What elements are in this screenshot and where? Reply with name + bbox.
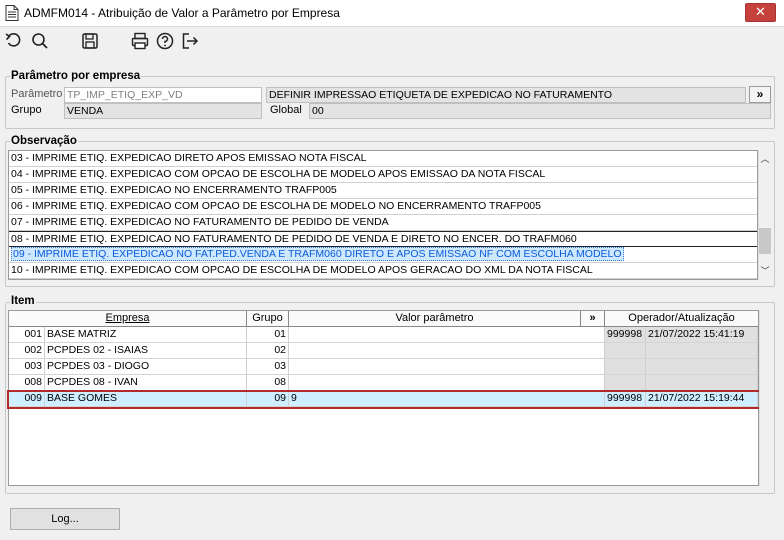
- empresa-cell: BASE MATRIZ: [45, 327, 247, 342]
- observacao-line: 07 - IMPRIME ETIQ. EXPEDICAO NO FATURAME…: [9, 215, 757, 231]
- empresa-cell: PCPDES 03 - DIOGO: [45, 359, 247, 374]
- observacao-line-text: 09 - IMPRIME ETIQ. EXPEDICAO NO FAT.PED.…: [11, 247, 624, 261]
- observacao-list[interactable]: 03 - IMPRIME ETIQ. EXPEDICAO DIRETO APOS…: [8, 150, 758, 280]
- scroll-up-icon[interactable]: ︿: [758, 152, 772, 165]
- search-icon[interactable]: [30, 31, 50, 51]
- parametro-group-title: Parâmetro por empresa: [10, 70, 142, 82]
- observacao-line: 10 - IMPRIME ETIQ. EXPEDICAO COM OPCAO D…: [9, 263, 757, 279]
- exit-icon[interactable]: [180, 31, 200, 51]
- help-icon[interactable]: [155, 31, 175, 51]
- grupo-cell: 01: [247, 327, 289, 342]
- observacao-line: 04 - IMPRIME ETIQ. EXPEDICAO COM OPCAO D…: [9, 167, 757, 183]
- empresa-column-header[interactable]: Empresa: [9, 311, 247, 327]
- undo-icon[interactable]: [4, 31, 24, 51]
- global-label: Global: [270, 104, 302, 116]
- item-group-title: Item: [10, 295, 36, 307]
- close-button[interactable]: ✕: [745, 3, 776, 22]
- empresa-cell: PCPDES 08 - IVAN: [45, 375, 247, 390]
- valor-cell[interactable]: [289, 327, 605, 342]
- print-icon[interactable]: [130, 31, 150, 51]
- table-row[interactable]: 003 PCPDES 03 - DIOGO 03: [9, 359, 758, 375]
- valor-more-button[interactable]: »: [581, 311, 605, 327]
- valor-cell[interactable]: [289, 375, 605, 390]
- cod-cell: 002: [9, 343, 45, 358]
- data-cell: [646, 375, 758, 390]
- observacao-line: 08 - IMPRIME ETIQ. EXPEDICAO NO FATURAME…: [9, 231, 757, 247]
- window-title: ADMFM014 - Atribuição de Valor a Parâmet…: [24, 6, 340, 20]
- table-row[interactable]: 008 PCPDES 08 - IVAN 08: [9, 375, 758, 391]
- data-cell: 21/07/2022 15:41:19: [646, 327, 758, 342]
- observacao-line-text: 05 - IMPRIME ETIQ. EXPEDICAO NO ENCERRAM…: [11, 184, 337, 196]
- observacao-line-text: 10 - IMPRIME ETIQ. EXPEDICAO COM OPCAO D…: [11, 264, 593, 276]
- grupo-cell: 08: [247, 375, 289, 390]
- grupo-cell: 03: [247, 359, 289, 374]
- observacao-line-text: 04 - IMPRIME ETIQ. EXPEDICAO COM OPCAO D…: [11, 168, 546, 180]
- observacao-line-text: 08 - IMPRIME ETIQ. EXPEDICAO NO FATURAME…: [11, 233, 577, 245]
- operador-cell: [605, 359, 646, 374]
- parametro-field[interactable]: TP_IMP_ETIQ_EXP_VD: [64, 87, 262, 103]
- operador-cell: 999998: [605, 327, 646, 342]
- empresa-cell: PCPDES 02 - ISAIAS: [45, 343, 247, 358]
- observacao-line: 05 - IMPRIME ETIQ. EXPEDICAO NO ENCERRAM…: [9, 183, 757, 199]
- valor-column-header[interactable]: Valor parâmetro: [289, 311, 581, 327]
- observacao-line: 03 - IMPRIME ETIQ. EXPEDICAO DIRETO APOS…: [9, 151, 757, 167]
- observacao-line-text: 07 - IMPRIME ETIQ. EXPEDICAO NO FATURAME…: [11, 216, 389, 228]
- grupo-label: Grupo: [11, 104, 42, 116]
- observacao-scroll-thumb[interactable]: [759, 228, 771, 254]
- grupo-column-header[interactable]: Grupo: [247, 311, 289, 327]
- parametro-description-field: DEFINIR IMPRESSAO ETIQUETA DE EXPEDICAO …: [266, 87, 746, 103]
- observacao-line: 06 - IMPRIME ETIQ. EXPEDICAO COM OPCAO D…: [9, 199, 757, 215]
- parametro-label: Parâmetro: [11, 88, 63, 100]
- log-button[interactable]: Log...: [10, 508, 120, 530]
- operador-cell: [605, 375, 646, 390]
- table-row[interactable]: 001 BASE MATRIZ 01 999998 21/07/2022 15:…: [9, 327, 758, 343]
- operador-column-header[interactable]: Operador/Atualização: [605, 311, 758, 327]
- item-scrollbar[interactable]: [759, 310, 773, 486]
- operador-cell: [605, 343, 646, 358]
- data-cell: [646, 359, 758, 374]
- save-icon[interactable]: [80, 31, 100, 51]
- data-cell: [646, 343, 758, 358]
- observacao-group-title: Observação: [10, 135, 78, 147]
- grupo-field: VENDA: [64, 103, 262, 119]
- observacao-line-text: 03 - IMPRIME ETIQ. EXPEDICAO DIRETO APOS…: [11, 152, 367, 164]
- cod-cell: 003: [9, 359, 45, 374]
- grupo-cell: 02: [247, 343, 289, 358]
- observacao-line-selected: 09 - IMPRIME ETIQ. EXPEDICAO NO FAT.PED.…: [9, 247, 757, 263]
- valor-cell[interactable]: [289, 359, 605, 374]
- cod-cell: 008: [9, 375, 45, 390]
- valor-cell[interactable]: [289, 343, 605, 358]
- document-icon: [5, 5, 19, 21]
- selected-row-highlight: [7, 390, 761, 409]
- toolbar: [0, 27, 784, 55]
- table-row[interactable]: 002 PCPDES 02 - ISAIAS 02: [9, 343, 758, 359]
- observacao-scrollbar[interactable]: [758, 150, 772, 280]
- scroll-down-icon[interactable]: ﹀: [758, 264, 772, 277]
- observacao-line-text: 06 - IMPRIME ETIQ. EXPEDICAO COM OPCAO D…: [11, 200, 541, 212]
- global-field: 00: [309, 103, 771, 119]
- parametro-more-button[interactable]: »: [749, 86, 771, 103]
- cod-cell: 001: [9, 327, 45, 342]
